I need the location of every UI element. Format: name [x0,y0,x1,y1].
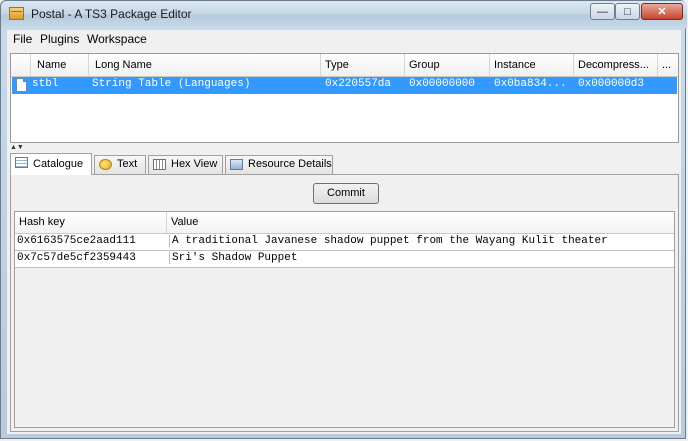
tab-resource-details[interactable]: Resource Details [225,155,333,174]
col-group[interactable]: Group [405,54,490,76]
cell-group: 0x00000000 [409,78,476,90]
hash-key-cell[interactable]: 0x6163575ce2aad111 [17,235,165,247]
main-content: Name Long Name Type Group Instance Decom… [7,48,681,434]
tab-hex-view-label: Hex View [171,158,218,170]
col-hash-key[interactable]: Hash key [15,212,167,233]
value-cell[interactable]: A traditional Javanese shadow puppet fro… [169,235,677,247]
col-type[interactable]: Type [321,54,405,76]
menu-plugins[interactable]: Plugins [40,32,79,46]
commit-button[interactable]: Commit [313,183,379,204]
tab-hex-view[interactable]: Hex View [148,155,223,174]
value-cell[interactable]: Sri's Shadow Puppet [169,252,677,264]
col-icon[interactable] [11,54,31,76]
table-row[interactable]: 0x6163575ce2aad111 A traditional Javanes… [15,234,674,251]
col-value[interactable]: Value [167,212,675,233]
tab-catalogue-label: Catalogue [33,158,84,170]
string-table-grid: Hash key Value 0x6163575ce2aad111 A trad… [14,211,675,428]
close-button[interactable]: ✕ [641,3,683,20]
col-decompressed[interactable]: Decompress... [574,54,658,76]
catalogue-panel: Commit Hash key Value 0x6163575ce2aad111… [10,174,679,432]
resource-details-icon [230,159,243,170]
file-icon [16,78,27,92]
menu-file[interactable]: File [13,32,32,46]
cell-instance: 0x0ba834... [494,78,567,90]
title-bar[interactable]: Postal - A TS3 Package Editor — □ ✕ [1,1,687,28]
package-icon [9,7,24,20]
tab-resource-details-label: Resource Details [248,158,332,170]
col-name[interactable]: Name [31,54,89,76]
minimize-button[interactable]: — [590,3,615,20]
col-instance[interactable]: Instance [490,54,574,76]
hash-key-cell[interactable]: 0x7c57de5cf2359443 [17,252,165,264]
maximize-button[interactable]: □ [615,3,640,20]
string-table-header: Hash key Value [15,212,674,234]
menu-workspace[interactable]: Workspace [87,32,147,46]
tab-text-label: Text [117,158,138,170]
cell-type: 0x220557da [325,78,392,90]
col-more[interactable]: ... [658,54,678,76]
cell-name: stbl [32,78,59,90]
hex-view-icon [153,159,166,170]
resource-table-header: Name Long Name Type Group Instance Decom… [11,54,678,77]
app-window: Postal - A TS3 Package Editor — □ ✕ File… [0,0,687,439]
menu-bar: File Plugins Workspace [7,30,681,49]
table-row[interactable]: 0x7c57de5cf2359443 Sri's Shadow Puppet [15,251,674,268]
tab-text[interactable]: Text [94,155,146,174]
catalogue-icon [15,157,28,168]
tab-catalogue[interactable]: Catalogue [10,153,92,175]
resource-row-selected[interactable]: stbl String Table (Languages) 0x220557da… [12,77,677,94]
col-long-name[interactable]: Long Name [89,54,321,76]
text-icon [99,159,112,170]
window-title: Postal - A TS3 Package Editor [31,7,192,21]
splitter-handle[interactable]: ▲▼ [10,144,24,151]
cell-long-name: String Table (Languages) [92,78,251,90]
resource-table: Name Long Name Type Group Instance Decom… [10,53,679,143]
cell-decompressed: 0x000000d3 [578,78,645,90]
